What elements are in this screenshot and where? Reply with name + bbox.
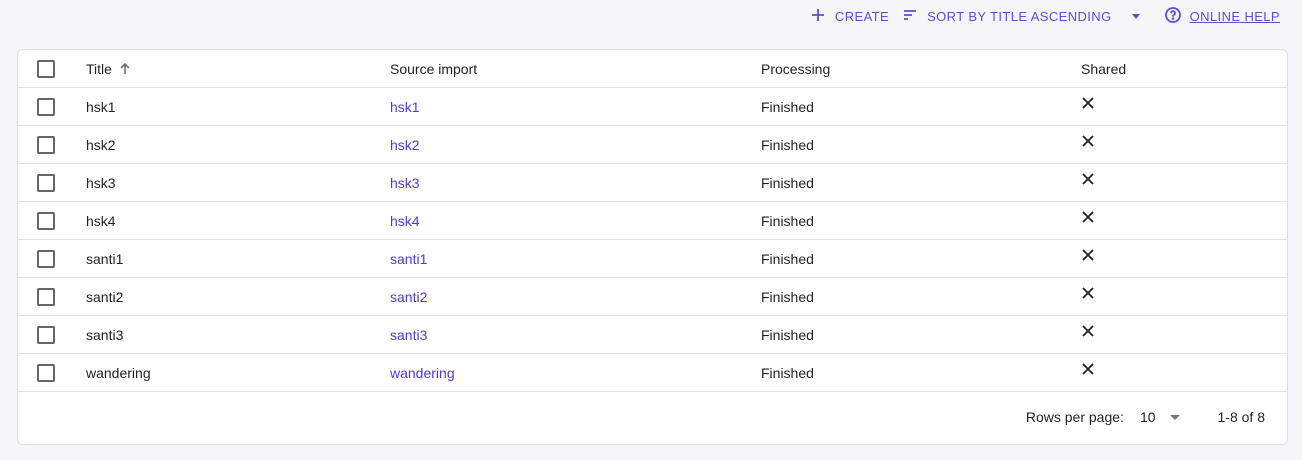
row-title: santi1 <box>86 251 124 267</box>
not-shared-icon <box>1081 122 1095 160</box>
plus-icon <box>809 6 827 27</box>
row-checkbox[interactable] <box>37 212 55 230</box>
source-import-link[interactable]: santi1 <box>390 251 427 267</box>
not-shared-icon <box>1081 84 1095 122</box>
column-header-processing: Processing <box>761 61 831 77</box>
list-card: Title Source import Processing Shared hs… <box>17 49 1288 445</box>
row-processing: Finished <box>761 175 814 191</box>
row-checkbox[interactable] <box>37 364 55 382</box>
select-all-checkbox[interactable] <box>37 60 55 78</box>
row-checkbox[interactable] <box>37 326 55 344</box>
row-checkbox[interactable] <box>37 250 55 268</box>
create-label: CREATE <box>834 8 890 24</box>
sort-lines-icon <box>901 6 919 27</box>
pagination-range: 1-8 of 8 <box>1217 409 1265 425</box>
top-toolbar: CREATE SORT BY TITLE ASCENDING ONLINE HE… <box>801 0 1284 32</box>
table-row[interactable]: hsk3 hsk3 Finished <box>18 164 1287 202</box>
sort-label: SORT BY TITLE ASCENDING <box>927 8 1112 24</box>
rows-per-page-select[interactable]: 10 <box>1140 409 1180 425</box>
rows-per-page-value: 10 <box>1139 409 1156 425</box>
source-import-link[interactable]: hsk1 <box>390 99 420 115</box>
row-processing: Finished <box>761 289 814 305</box>
row-processing: Finished <box>761 365 814 381</box>
pagination-bar: Rows per page: 10 1-8 of 8 <box>18 399 1287 435</box>
source-import-link[interactable]: wandering <box>390 365 455 381</box>
source-import-link[interactable]: santi3 <box>390 327 427 343</box>
online-help-label: ONLINE HELP <box>1189 8 1280 24</box>
not-shared-icon <box>1081 350 1095 388</box>
chevron-down-icon <box>1131 13 1140 19</box>
chevron-down-icon <box>1169 414 1180 420</box>
table-header: Title Source import Processing Shared <box>18 50 1287 88</box>
table-row[interactable]: hsk2 hsk2 Finished <box>18 126 1287 164</box>
row-checkbox[interactable] <box>37 174 55 192</box>
column-header-source: Source import <box>390 61 478 77</box>
column-header-title[interactable]: Title <box>86 50 132 88</box>
row-processing: Finished <box>761 213 814 229</box>
not-shared-icon <box>1081 274 1095 312</box>
table-row[interactable]: wandering wandering Finished <box>18 354 1287 392</box>
row-checkbox[interactable] <box>37 98 55 116</box>
column-header-shared: Shared <box>1081 61 1127 77</box>
not-shared-icon <box>1081 198 1095 236</box>
row-processing: Finished <box>761 99 814 115</box>
not-shared-icon <box>1081 160 1095 198</box>
source-import-link[interactable]: santi2 <box>390 289 427 305</box>
row-title: santi3 <box>86 327 124 343</box>
row-checkbox[interactable] <box>37 288 55 306</box>
row-processing: Finished <box>761 137 814 153</box>
table-row[interactable]: santi2 santi2 Finished <box>18 278 1287 316</box>
rows-per-page-label: Rows per page: <box>1025 409 1124 425</box>
table-row[interactable]: santi3 santi3 Finished <box>18 316 1287 354</box>
row-checkbox[interactable] <box>37 136 55 154</box>
row-title: santi2 <box>86 289 124 305</box>
not-shared-icon <box>1081 312 1095 350</box>
help-circle-icon <box>1164 6 1182 27</box>
online-help-button[interactable]: ONLINE HELP <box>1160 0 1284 32</box>
table-row[interactable]: hsk4 hsk4 Finished <box>18 202 1287 240</box>
row-title: hsk2 <box>86 137 116 153</box>
table-row[interactable]: hsk1 hsk1 Finished <box>18 88 1287 126</box>
row-title: hsk3 <box>86 175 116 191</box>
row-processing: Finished <box>761 327 814 343</box>
row-title: hsk4 <box>86 213 116 229</box>
source-import-link[interactable]: hsk2 <box>390 137 420 153</box>
column-header-title-label: Title <box>86 61 112 77</box>
source-import-link[interactable]: hsk4 <box>390 213 420 229</box>
row-title: wandering <box>86 365 151 381</box>
table-row[interactable]: santi1 santi1 Finished <box>18 240 1287 278</box>
create-button[interactable]: CREATE <box>805 0 893 32</box>
row-title: hsk1 <box>86 99 116 115</box>
sort-button[interactable]: SORT BY TITLE ASCENDING <box>897 0 1156 32</box>
source-import-link[interactable]: hsk3 <box>390 175 420 191</box>
arrow-up-icon <box>118 62 132 76</box>
not-shared-icon <box>1081 236 1095 274</box>
row-processing: Finished <box>761 251 814 267</box>
